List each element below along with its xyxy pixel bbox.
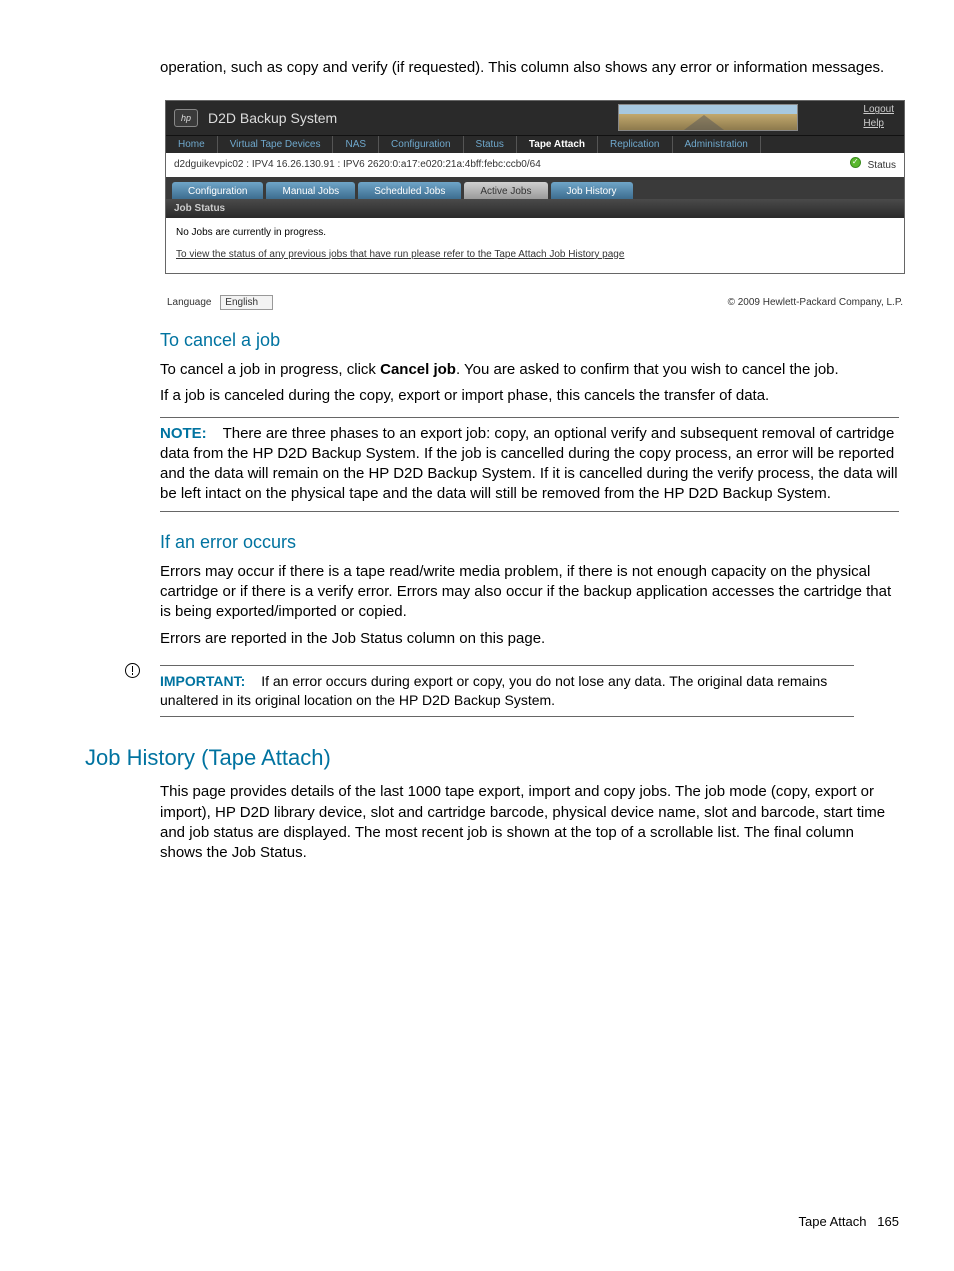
tab-job-history[interactable]: Job History [551, 182, 633, 199]
screenshot-container: hp D2D Backup System Logout Help Home Vi… [165, 100, 905, 274]
nav-config[interactable]: Configuration [379, 136, 463, 153]
nav-nas[interactable]: NAS [333, 136, 379, 153]
address-bar: d2dguikevpic02 : IPV4 16.26.130.91 : IPV… [166, 153, 904, 177]
help-link[interactable]: Help [863, 117, 894, 131]
no-jobs-text: No Jobs are currently in progress. [176, 226, 894, 240]
important-label: IMPORTANT: [160, 673, 245, 689]
error-p2: Errors are reported in the Job Status co… [160, 629, 899, 649]
nav-tapeattach[interactable]: Tape Attach [517, 136, 598, 153]
hp-logo-icon: hp [174, 109, 198, 127]
status-label: Status [868, 160, 896, 171]
status-ok-icon [850, 157, 861, 168]
banner-image [618, 104, 798, 131]
sub-tabs: Configuration Manual Jobs Scheduled Jobs… [166, 177, 904, 199]
page-footer: Tape Attach 165 [799, 1213, 900, 1231]
nav-replication[interactable]: Replication [598, 136, 672, 153]
language-select[interactable]: English [220, 295, 273, 310]
heading-error: If an error occurs [160, 530, 909, 554]
window-title: D2D Backup System [208, 109, 337, 128]
language-label: Language [167, 297, 212, 308]
panel-title: Job Status [166, 199, 904, 219]
copyright-text: © 2009 Hewlett-Packard Company, L.P. [728, 296, 903, 310]
main-nav: Home Virtual Tape Devices NAS Configurat… [166, 135, 904, 153]
error-p1: Errors may occur if there is a tape read… [160, 562, 899, 623]
history-p1: This page provides details of the last 1… [160, 782, 899, 863]
nav-admin[interactable]: Administration [673, 136, 761, 153]
history-link[interactable]: To view the status of any previous jobs … [176, 249, 624, 260]
note-label: NOTE: [160, 425, 207, 442]
heading-cancel-job: To cancel a job [160, 328, 909, 352]
window-header: hp D2D Backup System Logout Help [166, 101, 904, 135]
nav-home[interactable]: Home [166, 136, 218, 153]
cancel-p1: To cancel a job in progress, click Cance… [160, 360, 899, 380]
nav-vtd[interactable]: Virtual Tape Devices [218, 136, 334, 153]
nav-status[interactable]: Status [464, 136, 517, 153]
tab-scheduled-jobs[interactable]: Scheduled Jobs [358, 182, 461, 199]
note-text: There are three phases to an export job:… [160, 425, 898, 503]
tab-manual-jobs[interactable]: Manual Jobs [266, 182, 355, 199]
logout-link[interactable]: Logout [863, 103, 894, 117]
host-address: d2dguikevpic02 : IPV4 16.26.130.91 : IPV… [174, 158, 541, 172]
important-text: If an error occurs during export or copy… [160, 673, 827, 708]
cancel-p2: If a job is canceled during the copy, ex… [160, 386, 899, 406]
intro-paragraph: operation, such as copy and verify (if r… [160, 58, 899, 78]
important-box: IMPORTANT: If an error occurs during exp… [160, 665, 854, 717]
heading-job-history: Job History (Tape Attach) [85, 743, 909, 773]
tab-active-jobs[interactable]: Active Jobs [464, 182, 547, 199]
tab-configuration[interactable]: Configuration [172, 182, 263, 199]
important-icon [125, 663, 140, 678]
note-box: NOTE: There are three phases to an expor… [160, 417, 899, 512]
